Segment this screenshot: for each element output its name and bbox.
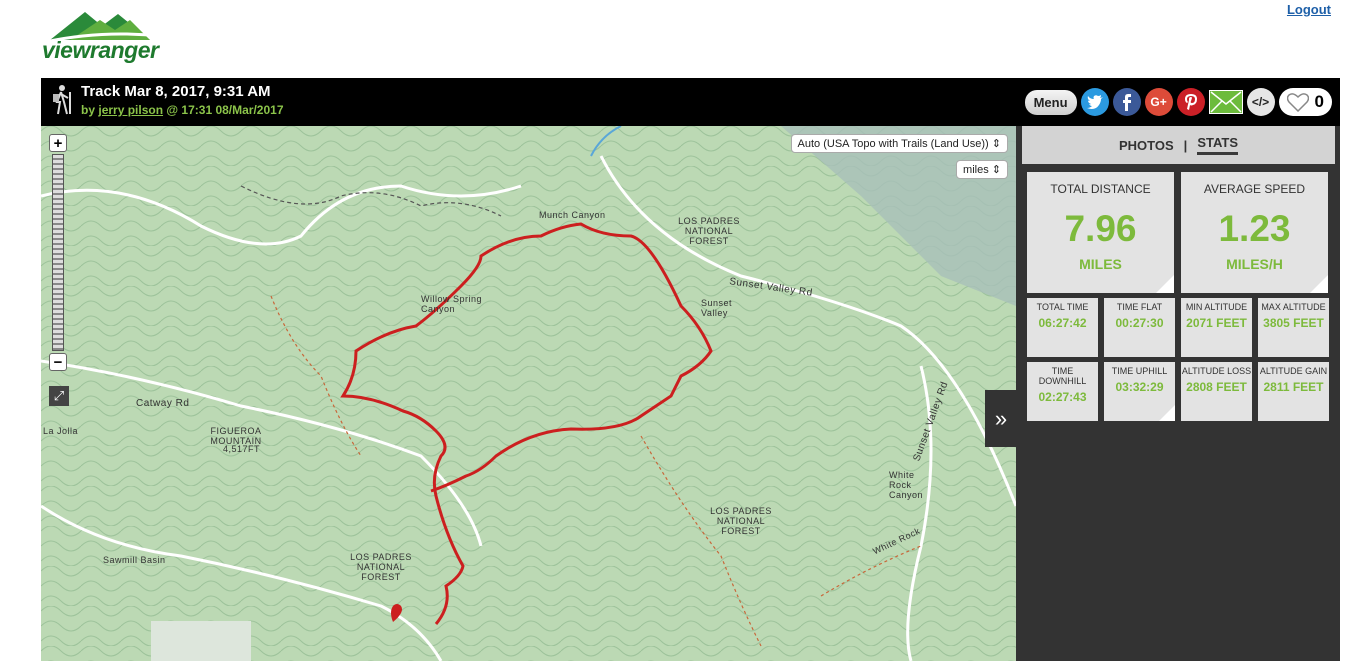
tab-stats[interactable]: STATS xyxy=(1197,135,1238,155)
track-byline: by jerry pilson @ 17:31 08/Mar/2017 xyxy=(81,103,284,117)
track-timestamp: @ 17:31 08/Mar/2017 xyxy=(166,103,284,117)
average-speed-label: AVERAGE SPEED xyxy=(1203,182,1306,196)
label-white-rock-canyon: White Rock Canyon xyxy=(889,470,924,500)
map-layer-value: Auto (USA Topo with Trails (Land Use)) xyxy=(797,138,989,150)
label-sunset-valley: Sunset Valley xyxy=(701,298,733,318)
tab-separator: | xyxy=(1183,137,1188,153)
label-lpnf-top: LOS PADRES NATIONAL FOREST xyxy=(678,216,740,246)
label-catway-rd: Catway Rd xyxy=(136,398,190,409)
hiker-icon xyxy=(53,85,71,115)
label-lpnf-left: LOS PADRES NATIONAL FOREST xyxy=(350,552,412,582)
zoom-control: + − xyxy=(49,134,67,379)
stat-value: 03:32:29 xyxy=(1115,380,1164,394)
panel-toggle-chevron-icon[interactable]: » xyxy=(985,390,1017,447)
stat-label: MIN ALTITUDE xyxy=(1185,302,1248,312)
google-plus-icon[interactable]: G+ xyxy=(1144,88,1173,116)
stat-altitude-loss: ALTITUDE LOSS 2808 FEET xyxy=(1181,362,1252,421)
average-speed-unit: MILES/H xyxy=(1226,256,1283,272)
stat-time-uphill: TIME UPHILL 03:32:29 xyxy=(1104,362,1175,421)
page-curl-icon xyxy=(1159,405,1175,421)
track-header: Track Mar 8, 2017, 9:31 AM by jerry pils… xyxy=(41,78,1340,126)
label-willow-spring: Willow Spring Canyon xyxy=(421,294,483,314)
author-link[interactable]: jerry pilson xyxy=(98,103,163,117)
zoom-in-button[interactable]: + xyxy=(49,134,67,152)
email-icon[interactable] xyxy=(1208,90,1243,114)
stat-value: 02:27:43 xyxy=(1038,390,1087,404)
topo-map xyxy=(41,126,1016,661)
twitter-icon[interactable] xyxy=(1080,88,1109,116)
header-actions: Menu G+ </> 0 xyxy=(1024,88,1332,116)
average-speed-card: AVERAGE SPEED 1.23 MILES/H xyxy=(1181,172,1328,293)
stat-label: ALTITUDE LOSS xyxy=(1181,366,1252,376)
stat-value: 2811 FEET xyxy=(1263,380,1324,394)
stat-label: ALTITUDE GAIN xyxy=(1259,366,1328,376)
byline-prefix: by xyxy=(81,103,96,117)
stat-value: 2808 FEET xyxy=(1186,380,1247,394)
pinterest-icon[interactable] xyxy=(1176,88,1205,116)
stat-label: TIME DOWNHILL xyxy=(1038,366,1087,386)
total-distance-unit: MILES xyxy=(1079,256,1122,272)
stat-value: 2071 FEET xyxy=(1186,316,1247,330)
label-sawmill-basin: Sawmill Basin xyxy=(103,555,166,565)
units-value: miles xyxy=(963,164,989,176)
label-figueroa-elev: 4,517FT xyxy=(223,444,261,454)
stat-value: 00:27:30 xyxy=(1115,316,1164,330)
label-figueroa: FIGUEROA MOUNTAIN xyxy=(210,426,262,446)
panel-tabs: PHOTOS | STATS xyxy=(1022,126,1335,164)
stat-label: TOTAL TIME xyxy=(1036,302,1089,312)
logo-text: viewranger xyxy=(42,37,159,63)
stat-label: TIME FLAT xyxy=(1116,302,1163,312)
stat-total-time: TOTAL TIME 06:27:42 xyxy=(1027,298,1098,357)
units-select[interactable]: miles ⇕ xyxy=(956,160,1008,179)
track-title: Track Mar 8, 2017, 9:31 AM xyxy=(81,83,271,100)
zoom-slider[interactable] xyxy=(52,154,64,351)
stat-label: MAX ALTITUDE xyxy=(1261,302,1326,312)
stat-max-altitude: MAX ALTITUDE 3805 FEET xyxy=(1258,298,1329,357)
total-distance-label: TOTAL DISTANCE xyxy=(1050,182,1151,196)
stat-altitude-gain: ALTITUDE GAIN 2811 FEET xyxy=(1258,362,1329,421)
label-lpnf-right: LOS PADRES NATIONAL FOREST xyxy=(710,506,772,536)
stat-value: 06:27:42 xyxy=(1038,316,1087,330)
map-canvas[interactable]: Munch Canyon LOS PADRES NATIONAL FOREST … xyxy=(41,126,1016,661)
average-speed-value: 1.23 xyxy=(1218,208,1291,249)
menu-button[interactable]: Menu xyxy=(1024,89,1077,115)
page-curl-icon xyxy=(1156,275,1174,293)
label-la-jolla: La Jolla xyxy=(43,426,79,436)
stat-time-downhill: TIME DOWNHILL 02:27:43 xyxy=(1027,362,1098,421)
facebook-icon[interactable] xyxy=(1112,88,1141,116)
stat-label: TIME UPHILL xyxy=(1111,366,1168,376)
stat-time-flat: TIME FLAT 00:27:30 xyxy=(1104,298,1175,357)
stat-min-altitude: MIN ALTITUDE 2071 FEET xyxy=(1181,298,1252,357)
embed-icon[interactable]: </> xyxy=(1246,88,1275,116)
tab-photos[interactable]: PHOTOS xyxy=(1119,138,1174,153)
total-distance-value: 7.96 xyxy=(1064,208,1137,249)
fullscreen-icon[interactable]: ⤢ xyxy=(49,386,69,406)
map-layer-select[interactable]: Auto (USA Topo with Trails (Land Use)) ⇕ xyxy=(790,134,1008,153)
like-count: 0 xyxy=(1314,92,1324,111)
stat-value: 3805 FEET xyxy=(1263,316,1324,330)
like-button[interactable]: 0 xyxy=(1278,88,1332,116)
page-curl-icon xyxy=(1310,275,1328,293)
total-distance-card: TOTAL DISTANCE 7.96 MILES xyxy=(1027,172,1174,293)
label-munch-canyon: Munch Canyon xyxy=(539,210,606,220)
stats-panel: PHOTOS | STATS TOTAL DISTANCE 7.96 MILES… xyxy=(1016,126,1340,661)
heart-icon xyxy=(1286,93,1309,112)
logout-link[interactable]: Logout xyxy=(1287,2,1331,17)
zoom-out-button[interactable]: − xyxy=(49,353,67,371)
